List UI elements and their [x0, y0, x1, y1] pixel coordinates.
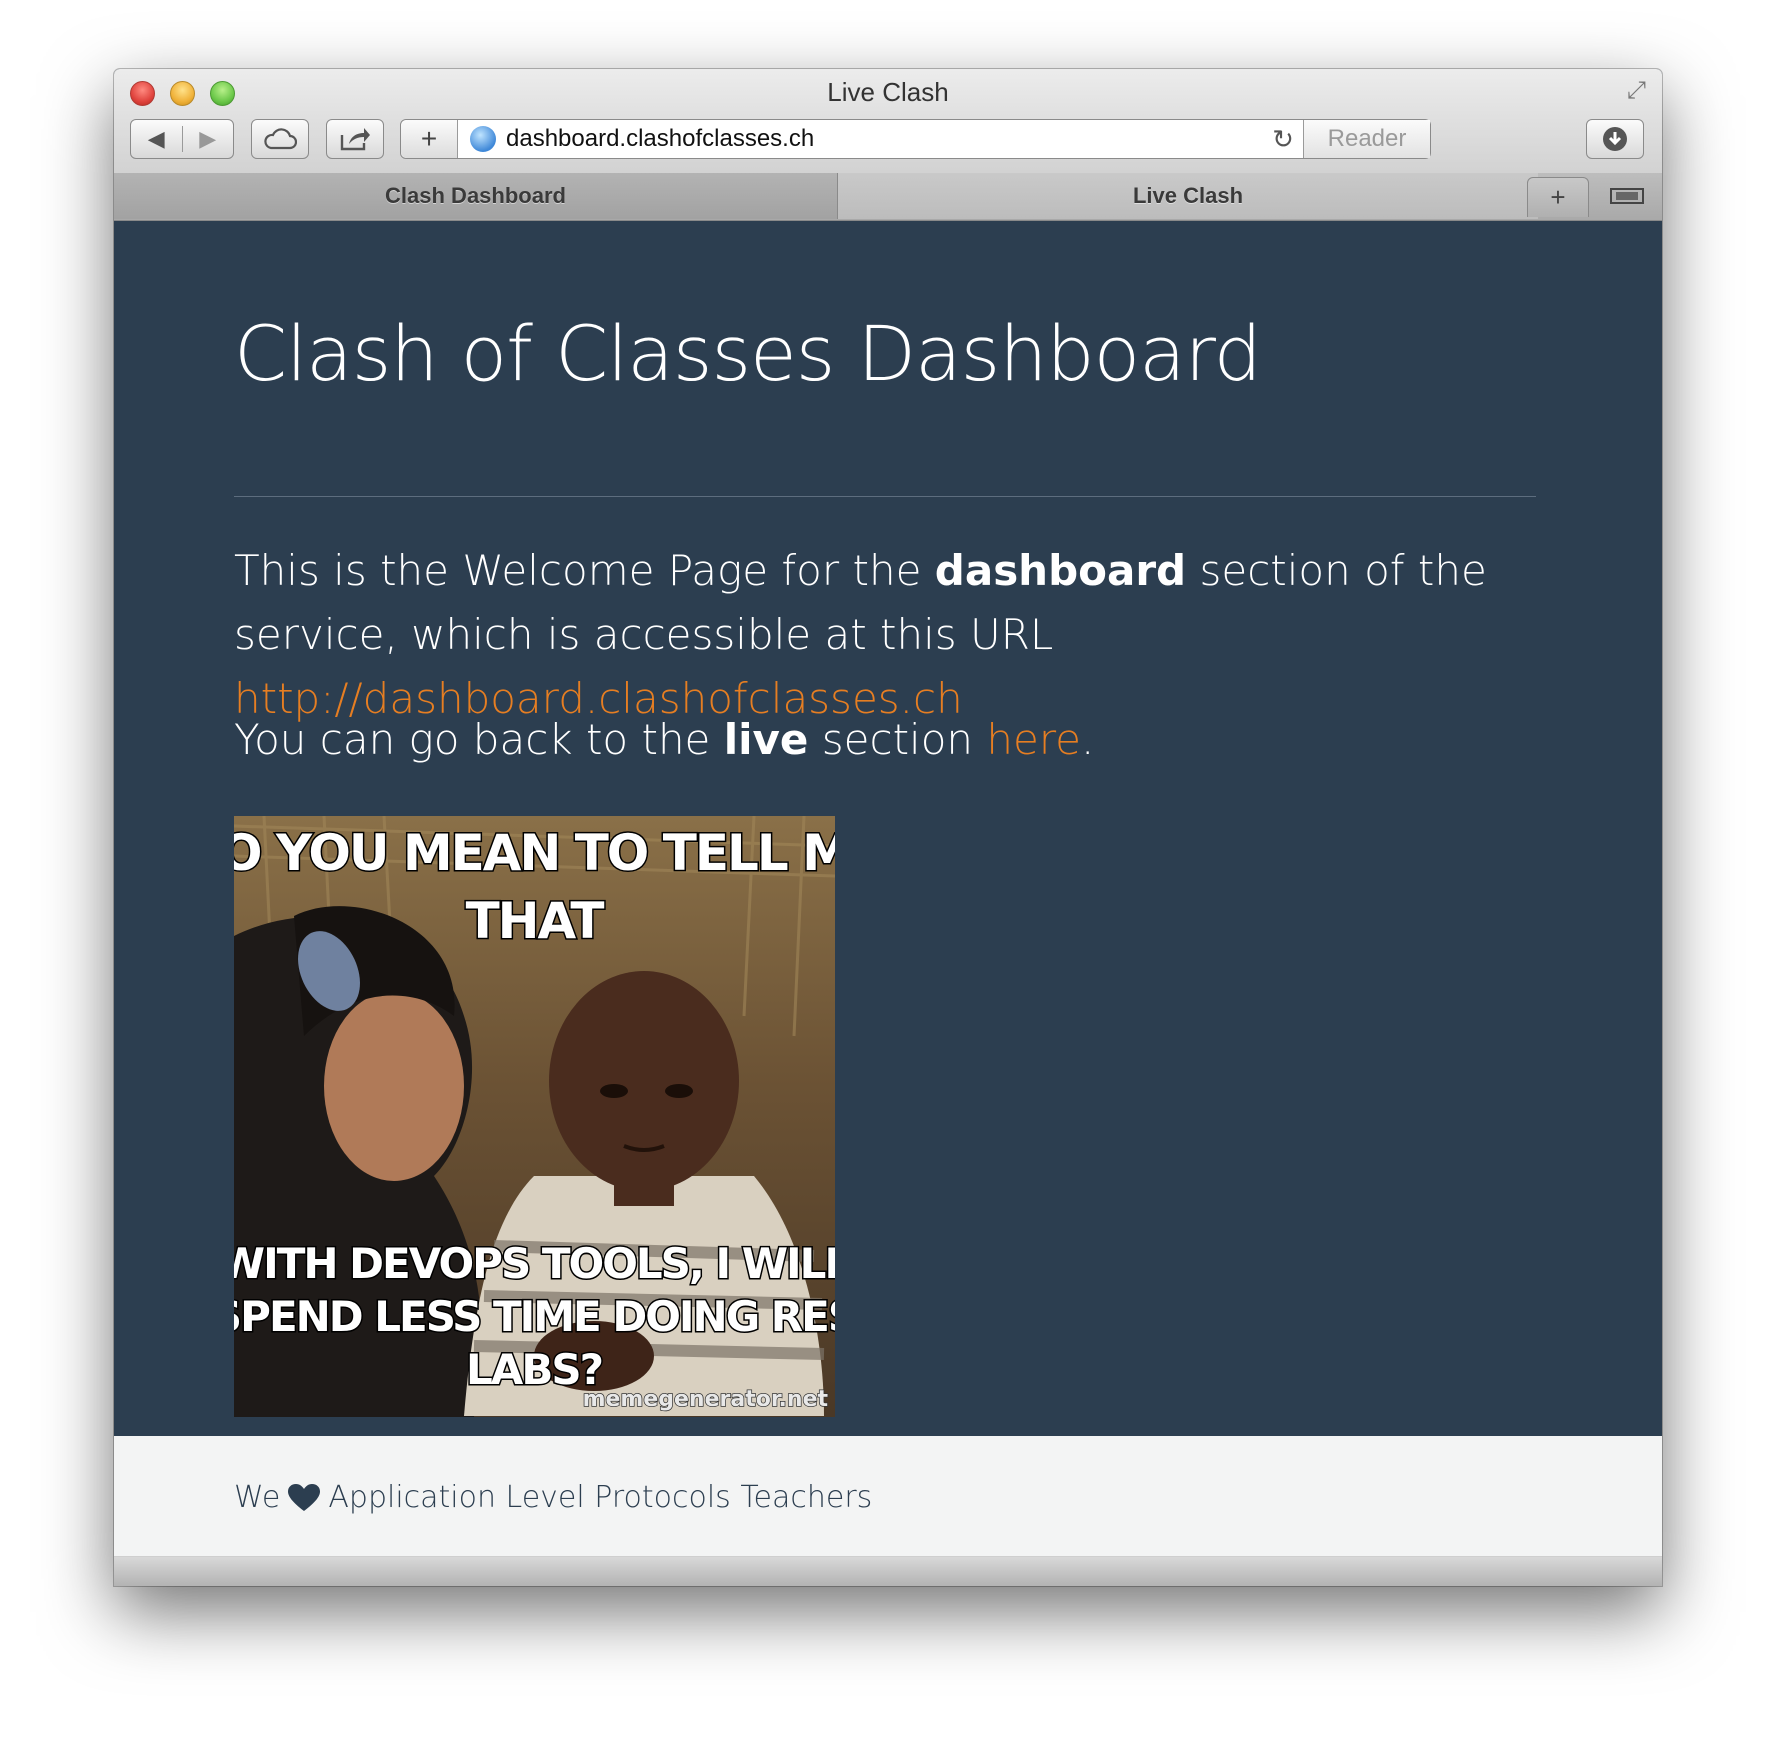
globe-icon [470, 126, 496, 152]
meme-bottom-text-1: WITH DEVOPS TOOLS, I WILL [234, 1239, 835, 1288]
status-bar [114, 1557, 1662, 1586]
reload-icon[interactable]: ↻ [1263, 124, 1303, 155]
meme-top-text-1: SO YOU MEAN TO TELL ME [234, 824, 835, 882]
meme-image: SO YOU MEAN TO TELL ME THAT WITH DEVOPS … [234, 816, 835, 1417]
title-divider [234, 496, 1536, 497]
window-title: Live Clash [827, 77, 949, 107]
meme-bottom-text-2: SPEND LESS TIME DOING RES [234, 1292, 835, 1341]
title-bar: Live Clash ⤢ ◀ ▶ + dashboard.clashofclas… [114, 69, 1662, 174]
forward-icon[interactable]: ▶ [181, 126, 234, 152]
nav-buttons: ◀ ▶ [130, 119, 234, 159]
back-icon[interactable]: ◀ [131, 126, 182, 152]
footer-text-pre: We [234, 1480, 281, 1515]
browser-window: Live Clash ⤢ ◀ ▶ + dashboard.clashofclas… [114, 69, 1662, 1586]
back-text: You can go back to the [234, 715, 724, 764]
page-title: Clash of Classes Dashboard [234, 309, 1262, 398]
tab-bar: Clash Dashboard Live Clash + [114, 173, 1662, 221]
back-end: . [1081, 715, 1095, 764]
url-field[interactable]: dashboard.clashofclasses.ch [506, 125, 1263, 153]
intro-text: This is the Welcome Page for the [234, 546, 935, 595]
back-text-2: section [808, 715, 987, 764]
fullscreen-icon[interactable]: ⤢ [1627, 77, 1646, 105]
back-paragraph: You can go back to the live section here… [234, 708, 1544, 772]
heart-icon [288, 1483, 321, 1511]
footer-text: We Application Level Protocols Teachers [234, 1480, 872, 1515]
add-bookmark-button[interactable]: + [401, 120, 458, 158]
meme-watermark: memegenerator.net [583, 1387, 829, 1412]
reader-button[interactable]: Reader [1303, 120, 1430, 158]
page-footer: We Application Level Protocols Teachers [114, 1436, 1662, 1557]
intro-paragraph: This is the Welcome Page for the dashboa… [234, 539, 1544, 731]
live-section-link[interactable]: here [986, 715, 1081, 764]
page-content: Clash of Classes Dashboard This is the W… [114, 221, 1662, 1436]
downloads-icon[interactable] [1586, 119, 1644, 159]
intro-bold: dashboard [934, 546, 1187, 595]
tab-live-clash[interactable]: Live Clash [838, 173, 1538, 219]
address-bar[interactable]: + dashboard.clashofclasses.ch ↻ Reader [400, 119, 1431, 159]
tab-overview-icon[interactable] [1592, 173, 1662, 219]
share-icon[interactable] [326, 119, 384, 159]
tab-clash-dashboard[interactable]: Clash Dashboard [114, 173, 838, 219]
footer-text-post: Application Level Protocols Teachers [328, 1480, 873, 1515]
meme-bottom-text-3: LABS? [466, 1345, 602, 1394]
new-tab-button[interactable]: + [1527, 177, 1589, 217]
icloud-icon[interactable] [251, 119, 309, 159]
meme-top-text-2: THAT [466, 892, 605, 950]
back-bold: live [723, 715, 809, 764]
